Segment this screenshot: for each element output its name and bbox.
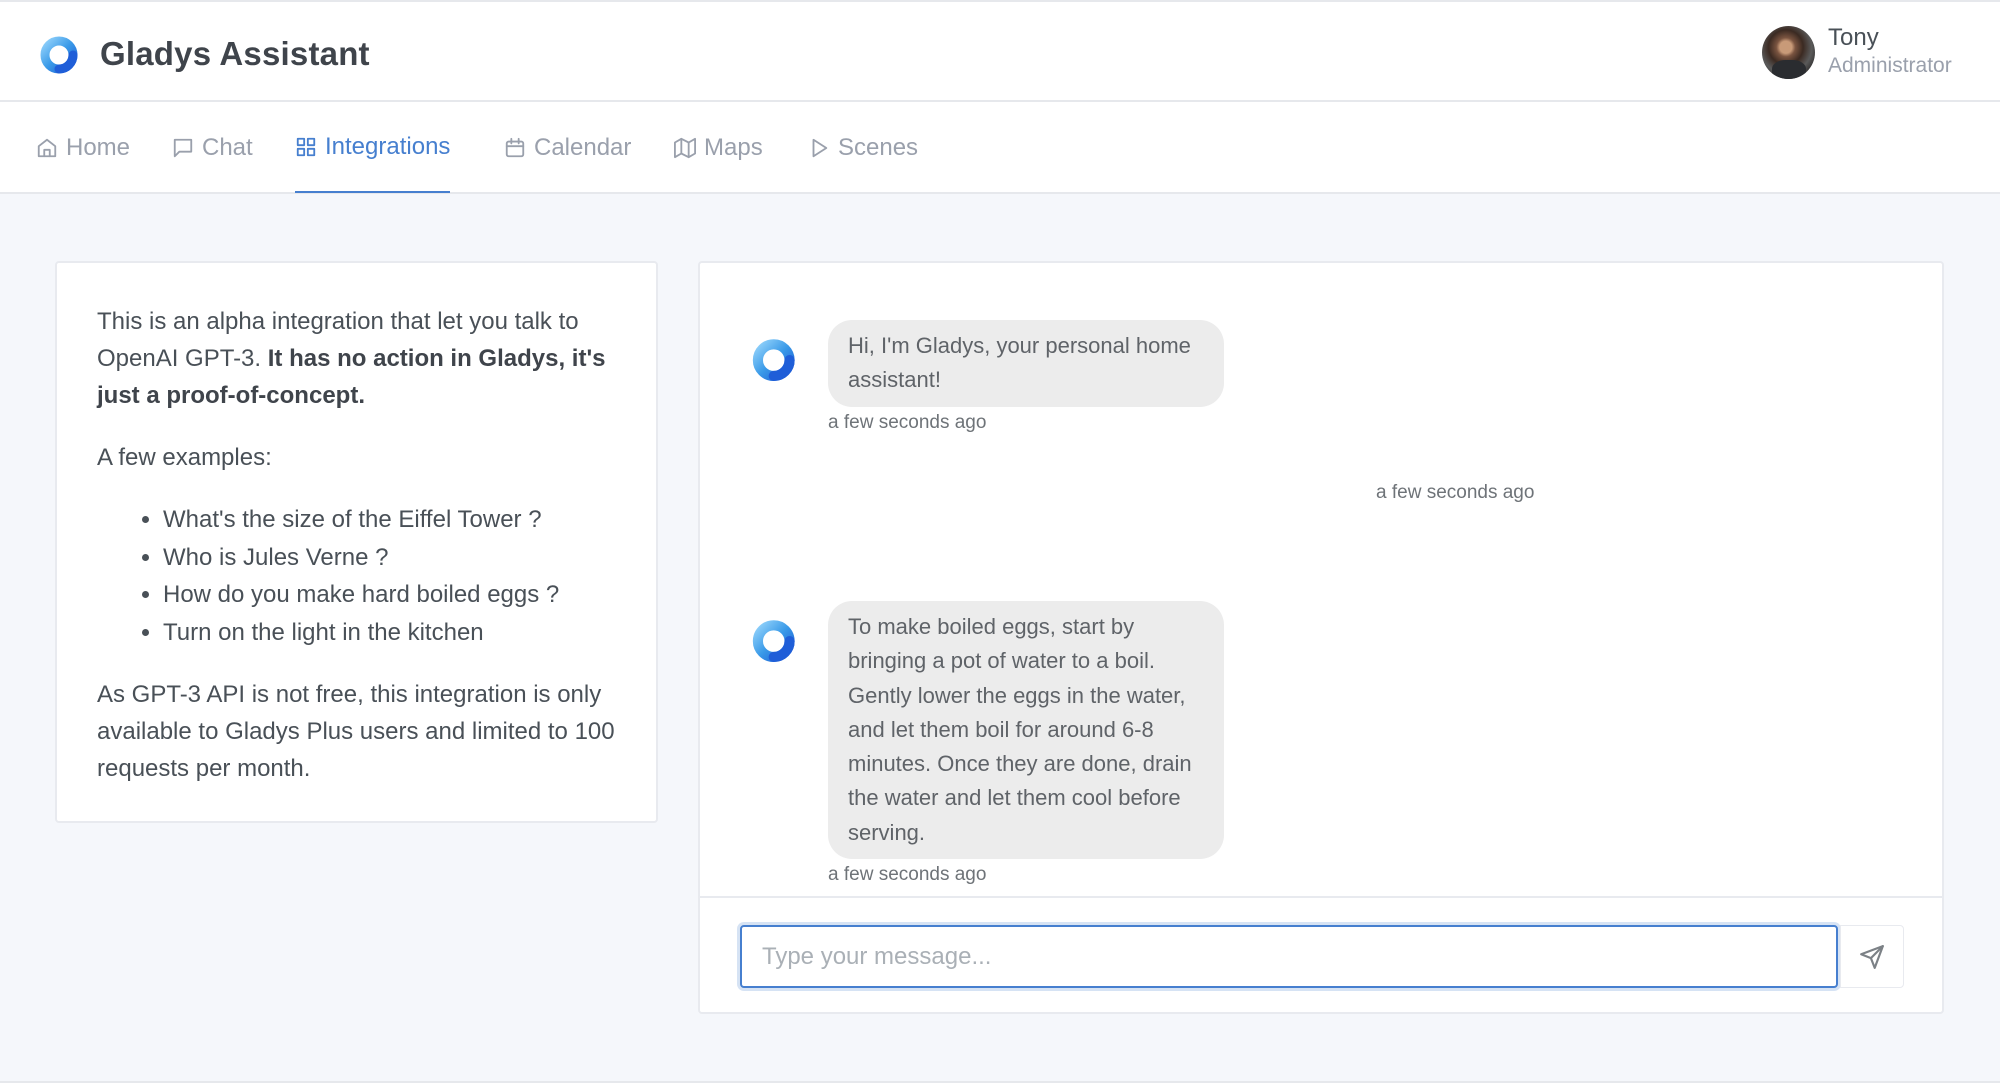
message-timestamp: a few seconds ago [1376, 482, 1535, 503]
send-button[interactable] [1840, 925, 1904, 988]
pricing-note: As GPT-3 API is not free, this integrati… [97, 681, 615, 782]
gladys-logo-icon [40, 36, 78, 74]
tab-label: Integrations [325, 132, 451, 160]
tab-label: Home [66, 133, 131, 161]
chat-messages[interactable]: Hi, I'm Gladys, your personal home assis… [700, 263, 1942, 896]
integration-info-card: This is an alpha integration that let yo… [55, 261, 658, 823]
tab-calendar[interactable]: Calendar [504, 102, 631, 193]
tab-integrations[interactable]: Integrations [295, 102, 451, 193]
chat-card: Hi, I'm Gladys, your personal home assis… [698, 261, 1944, 1014]
chat-message-bot: To make boiled eggs, start by bringing a… [828, 601, 1224, 886]
examples-list: What's the size of the Eiffel Tower ? Wh… [123, 501, 616, 651]
top-header: Gladys Assistant Tony Administrator [0, 0, 2000, 102]
chat-message-bot: Hi, I'm Gladys, your personal home assis… [828, 320, 1224, 434]
examples-heading: A few examples: [97, 444, 272, 471]
tab-home[interactable]: Home [36, 102, 130, 193]
example-item: Who is Jules Verne ? [163, 539, 616, 577]
tab-label: Maps [704, 133, 763, 161]
tab-chat[interactable]: Chat [172, 102, 253, 193]
play-icon [812, 138, 828, 157]
brand[interactable]: Gladys Assistant [38, 31, 370, 77]
tab-label: Calendar [534, 133, 632, 161]
message-timestamp: a few seconds ago [828, 864, 987, 886]
main-nav: Home Chat Integrations Calendar Maps Sce… [0, 102, 2000, 194]
example-item: What's the size of the Eiffel Tower ? [163, 501, 616, 539]
chat-composer [700, 896, 1942, 1014]
chat-bubble-icon [173, 138, 193, 157]
tab-maps[interactable]: Maps [674, 102, 763, 193]
home-icon [37, 138, 57, 157]
example-item: Turn on the light in the kitchen [163, 614, 616, 652]
gladys-avatar-icon [752, 339, 795, 382]
app-title: Gladys Assistant [100, 35, 370, 72]
user-role: Administrator [1828, 54, 1952, 77]
gladys-avatar-icon [752, 620, 795, 663]
user-name: Tony [1828, 24, 1879, 51]
calendar-icon [505, 137, 525, 157]
message-timestamp: a few seconds ago [828, 411, 987, 433]
intro-paragraph: This is an alpha integration that let yo… [97, 308, 606, 409]
avatar[interactable] [1762, 25, 1815, 79]
grid-icon [296, 137, 316, 156]
message-bubble: Hi, I'm Gladys, your personal home assis… [828, 320, 1224, 407]
tab-label: Scenes [838, 133, 919, 161]
tab-label: Chat [202, 133, 253, 161]
example-item: How do you make hard boiled eggs ? [163, 576, 616, 614]
tab-scenes[interactable]: Scenes [808, 102, 918, 193]
chat-message-user: How do you make boiled eggs ? a few seco… [1376, 477, 1534, 504]
map-icon [674, 137, 696, 158]
user-menu[interactable]: Tony Administrator [1762, 24, 1952, 80]
message-input[interactable] [740, 925, 1838, 988]
send-icon [1860, 944, 1884, 969]
message-bubble: To make boiled eggs, start by bringing a… [828, 601, 1224, 860]
